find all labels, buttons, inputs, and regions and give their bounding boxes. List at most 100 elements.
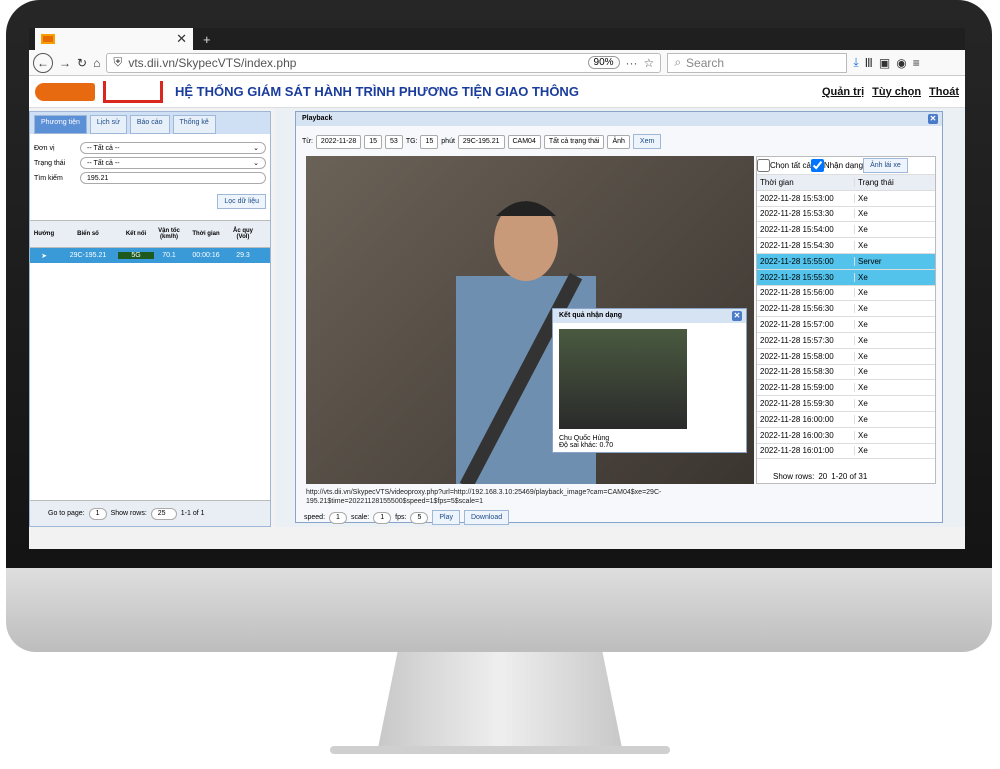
list-pager: Show rows: 20 1-20 of 31: [773, 472, 868, 481]
list-item[interactable]: 2022-11-28 15:53:00 Xe: [757, 191, 935, 207]
chevron-down-icon: ⌄: [253, 160, 259, 167]
browser-tab[interactable]: ✕: [35, 28, 193, 50]
speed-select[interactable]: 1: [329, 511, 347, 524]
playback-controls: Từ: 2022-11-28 15 53 TG: 15 phút 29C-195…: [296, 126, 942, 153]
table-row[interactable]: ➤ 29C-195.21 5G 70.1 00:00:16 29.3: [30, 248, 270, 263]
list-item[interactable]: 2022-11-28 15:55:30 Xe: [757, 269, 935, 286]
filter-button[interactable]: Lọc dữ liệu: [217, 194, 266, 209]
url-text: vts.dii.vn/SkypecVTS/index.php: [128, 55, 297, 70]
playback-title: Playback ✕: [296, 112, 942, 126]
monitor-stand: [378, 652, 622, 748]
tab-history[interactable]: Lịch sử: [89, 115, 127, 134]
reload-icon[interactable]: ↻: [77, 56, 87, 70]
new-tab-button[interactable]: +: [203, 32, 211, 47]
unit-select[interactable]: -- Tất cả -- ⌄: [80, 142, 266, 154]
list-item[interactable]: 2022-11-28 15:59:00 Xe: [757, 380, 935, 397]
duration-input[interactable]: 15: [420, 134, 439, 149]
list-item[interactable]: 2022-11-28 15:54:30 Xe: [757, 238, 935, 254]
tab-statistics[interactable]: Thống kê: [172, 115, 216, 134]
main-area: Phương tiện Lịch sử Báo cáo Thống kê Đơn…: [29, 108, 965, 527]
app-logo: [35, 80, 163, 103]
tab-close-icon[interactable]: ✕: [176, 31, 187, 47]
list-item[interactable]: 2022-11-28 15:56:00 Xe: [757, 286, 935, 302]
list-item[interactable]: 2022-11-28 15:59:30 Xe: [757, 396, 935, 412]
vehicle-pager: Go to page: 1 Show rows: 25 1-1 of 1: [30, 500, 270, 526]
list-item[interactable]: 2022-11-28 15:58:30 Xe: [757, 365, 935, 381]
zoom-level[interactable]: 90%: [587, 56, 620, 69]
state-select[interactable]: Tất cả trạng thái: [543, 134, 605, 149]
driver-photo: [559, 329, 687, 429]
account-icon[interactable]: ◉: [896, 56, 906, 70]
monitor-base: [330, 746, 670, 754]
monitor-chin: [6, 568, 992, 652]
recognition-popup: Kết quả nhận dạng ✕ Chu Quốc Hùng Độ sai …: [552, 308, 747, 453]
home-icon[interactable]: ⌂: [93, 56, 100, 70]
date-input[interactable]: 2022-11-28: [315, 134, 362, 149]
fps-select[interactable]: 5: [410, 511, 429, 524]
hour-select[interactable]: 15: [364, 134, 383, 149]
direction-arrow-icon: ➤: [41, 252, 47, 260]
tab-reports[interactable]: Báo cáo: [129, 115, 170, 134]
scale-select[interactable]: 1: [373, 511, 392, 524]
recognize-checkbox[interactable]: [810, 159, 824, 172]
play-button[interactable]: Play: [432, 510, 460, 525]
camera-select[interactable]: CAM04: [507, 134, 541, 149]
back-icon[interactable]: ←: [33, 52, 53, 73]
browser-tabbar: ✕ +: [29, 28, 965, 50]
list-item[interactable]: 2022-11-28 15:57:00 Xe: [757, 317, 935, 333]
menu-icon[interactable]: ≡: [913, 56, 920, 70]
image-select[interactable]: Ảnh: [607, 134, 630, 149]
list-item[interactable]: 2022-11-28 15:56:30 Xe: [757, 301, 935, 318]
view-button[interactable]: Xem: [632, 134, 662, 149]
shield-icon: ⛨: [113, 55, 123, 69]
url-bar[interactable]: ⛨ vts.dii.vn/SkypecVTS/index.php 90% ···…: [106, 52, 662, 73]
bookmark-star-icon[interactable]: ☆: [644, 56, 655, 70]
playback-window: Playback ✕ Từ: 2022-11-28 15 53 TG: 15 ph…: [295, 111, 943, 525]
library-icon[interactable]: Ⅲ: [865, 56, 873, 70]
unit-label: Đơn vị: [34, 144, 55, 152]
stream-controls: speed: 1 scale: 1 fps: 5 Play Download: [304, 510, 510, 525]
stream-url: http://vts.dii.vn/SkypecVTS/videoproxy.p…: [306, 489, 662, 505]
list-item[interactable]: 2022-11-28 15:57:30 Xe: [757, 333, 935, 349]
rows-select[interactable]: 25: [150, 507, 177, 520]
panel-tabs: Phương tiện Lịch sử Báo cáo Thống kê: [30, 112, 270, 134]
chevron-down-icon: ⌄: [253, 145, 259, 152]
minute-select[interactable]: 53: [385, 134, 403, 149]
search-input[interactable]: ⌕ Search: [667, 52, 848, 73]
status-select[interactable]: -- Tất cả -- ⌄: [80, 157, 266, 169]
list-item[interactable]: 2022-11-28 15:55:00 Server: [757, 253, 935, 270]
list-item[interactable]: 2022-11-28 16:00:30 Xe: [757, 428, 935, 444]
screen: ✕ + ← → ↻ ⌂ ⛨ vts.dii.vn/SkypecVTS/index…: [29, 28, 965, 549]
page-input[interactable]: 1: [88, 507, 107, 520]
select-all-checkbox[interactable]: [757, 159, 770, 172]
forward-icon[interactable]: →: [59, 56, 71, 70]
plate-select[interactable]: 29C-195.21: [457, 134, 505, 149]
search-icon: ⌕: [674, 55, 682, 69]
admin-link[interactable]: Quản trị: [822, 86, 864, 98]
list-item[interactable]: 2022-11-28 15:53:30 Xe: [757, 207, 935, 223]
app-title: HỆ THỐNG GIÁM SÁT HÀNH TRÌNH PHƯƠNG TIỆN…: [175, 84, 579, 99]
search-label: Tìm kiếm: [34, 174, 63, 182]
options-link[interactable]: Tùy chọn: [872, 86, 921, 98]
plate-search-input[interactable]: 195.21: [80, 172, 266, 184]
list-item[interactable]: 2022-11-28 16:00:00 Xe: [757, 412, 935, 428]
download-button[interactable]: Download: [463, 510, 510, 525]
close-icon[interactable]: ✕: [732, 311, 742, 321]
list-item[interactable]: 2022-11-28 15:54:00 Xe: [757, 222, 935, 239]
vehicle-grid-header: Hướng Biển số Kết nối Vận tốc (km/h) Thờ…: [30, 220, 270, 248]
browser-navbar: ← → ↻ ⌂ ⛨ vts.dii.vn/SkypecVTS/index.php…: [29, 50, 965, 76]
vehicle-panel: Phương tiện Lịch sử Báo cáo Thống kê Đơn…: [29, 111, 271, 527]
sidebar-icon[interactable]: ▣: [879, 56, 890, 70]
list-item[interactable]: 2022-11-28 15:58:00 Xe: [757, 349, 935, 365]
more-icon[interactable]: ···: [626, 56, 638, 70]
logout-link[interactable]: Thoát: [929, 86, 959, 98]
site-favicon-icon: [41, 34, 55, 44]
snapshot-list: Chọn tất cả Nhận dạng Ảnh lái xe Thời gian…: [756, 156, 936, 484]
top-links: Quản trị Tùy chọn Thoát: [822, 86, 959, 98]
tab-vehicles[interactable]: Phương tiện: [34, 115, 87, 134]
list-item[interactable]: 2022-11-28 16:01:00 Xe: [757, 444, 935, 460]
close-icon[interactable]: ✕: [928, 114, 938, 124]
download-icon[interactable]: ⤓: [853, 55, 858, 70]
status-label: Trạng thái: [34, 159, 66, 167]
driver-image-button[interactable]: Ảnh lái xe: [863, 158, 908, 173]
